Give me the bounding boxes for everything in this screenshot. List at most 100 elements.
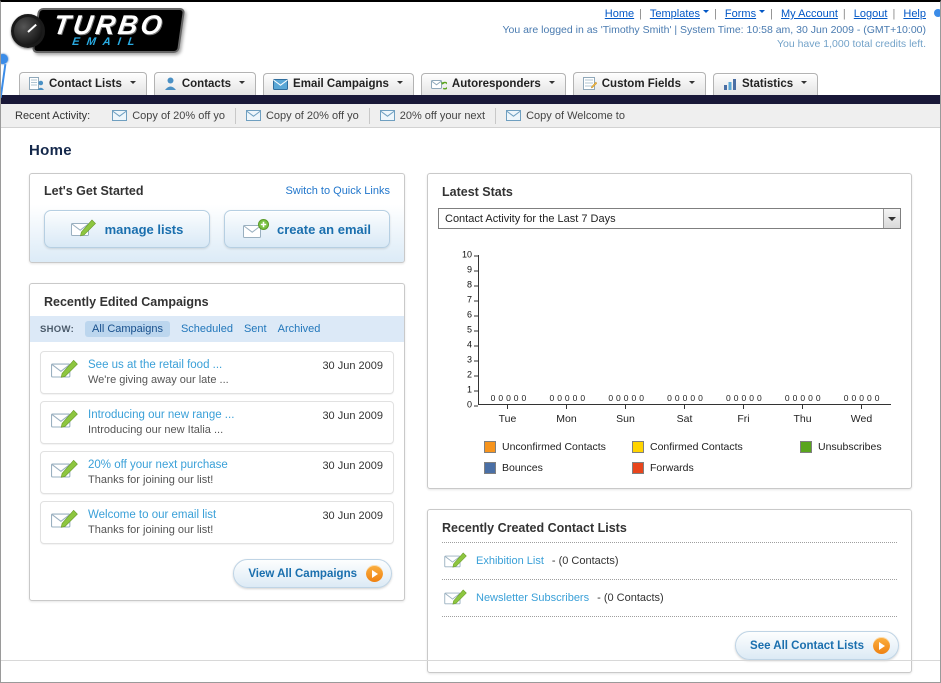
- see-all-contact-lists-label: See All Contact Lists: [750, 639, 864, 652]
- chevron-down-icon: [396, 81, 403, 87]
- campaign-subtitle: We're giving away our late ...: [88, 374, 229, 386]
- recent-activity-item[interactable]: Copy of 20% off yo: [236, 107, 370, 124]
- chart-column: 00000: [773, 255, 832, 404]
- chart-value-labels: 00000: [608, 392, 644, 403]
- filter-archived[interactable]: Archived: [278, 323, 321, 335]
- tab-email-campaigns[interactable]: Email Campaigns: [263, 73, 414, 95]
- contact-activity-chart: 10 9 8 7 6 5 4 3 2 1 0 000000000000000000000000000…: [428, 241, 911, 488]
- tab-custom-fields[interactable]: Custom Fields: [572, 72, 706, 95]
- campaign-list: See us at the retail food ... We're givi…: [30, 342, 404, 553]
- contact-list-link[interactable]: Exhibition List: [476, 555, 544, 567]
- envelope-pencil-icon: [51, 359, 78, 378]
- contact-list-item[interactable]: Newsletter Subscribers - (0 Contacts): [442, 580, 897, 617]
- chevron-down-icon: [548, 81, 555, 87]
- tab-statistics[interactable]: Statistics: [712, 73, 819, 95]
- chart-x-tick-label: Thu: [773, 405, 832, 425]
- manage-lists-label: manage lists: [104, 221, 184, 237]
- legend-item: Bounces: [484, 462, 632, 474]
- top-link-logout[interactable]: Logout: [854, 8, 888, 20]
- tab-contact-lists[interactable]: Contact Lists: [19, 72, 147, 95]
- nav-separator: |: [639, 8, 642, 20]
- top-link-templates[interactable]: Templates: [650, 8, 709, 20]
- envelope-icon: [112, 110, 128, 121]
- filter-sent[interactable]: Sent: [244, 323, 267, 335]
- legend-swatch: [484, 462, 496, 474]
- contact-lists-panel-title: Recently Created Contact Lists: [442, 521, 627, 535]
- recent-activity-item[interactable]: Copy of Welcome to: [496, 108, 635, 124]
- campaign-row[interactable]: See us at the retail food ... We're givi…: [40, 351, 394, 394]
- see-all-contact-lists-button[interactable]: See All Contact Lists: [735, 631, 899, 660]
- chevron-down-icon: [801, 81, 808, 87]
- decorative-dot-right: [934, 9, 940, 17]
- campaign-row[interactable]: Welcome to our email list Thanks for joi…: [40, 501, 394, 544]
- chevron-down-icon: [883, 209, 900, 228]
- campaign-title-link[interactable]: Welcome to our email list: [88, 509, 313, 521]
- create-email-button[interactable]: create an email: [224, 210, 390, 248]
- top-right-area: Home | Templates | Forms | My Account | Logo…: [502, 8, 926, 50]
- campaign-row[interactable]: Introducing our new range ... Introducin…: [40, 401, 394, 444]
- chart-y-tick-label: 6: [456, 310, 478, 320]
- decorative-dot-left: [1, 54, 8, 64]
- top-link-help[interactable]: Help: [903, 8, 926, 20]
- stats-period-select[interactable]: Contact Activity for the Last 7 Days: [438, 208, 901, 229]
- envelope-pencil-icon: [444, 589, 467, 605]
- legend-label: Unsubscribes: [818, 441, 882, 453]
- chart-y-tick-label: 4: [456, 340, 478, 350]
- get-started-panel: Let's Get Started Switch to Quick Links …: [29, 173, 405, 263]
- arrow-right-icon: [366, 565, 383, 582]
- top-header: TURBO EMAIL Home | Templates | Forms | My A…: [1, 2, 940, 98]
- chevron-down-icon: [759, 10, 766, 16]
- contact-list-item[interactable]: Exhibition List - (0 Contacts): [442, 542, 897, 580]
- nav-separator: |: [842, 8, 846, 20]
- chart-x-tick-label: Sat: [655, 405, 714, 425]
- chart-y-tick-label: 3: [456, 355, 478, 365]
- chart-x-tick-label: Sun: [596, 405, 655, 425]
- legend-swatch: [484, 441, 496, 453]
- chevron-down-icon: [129, 80, 136, 87]
- top-link-my-account[interactable]: My Account: [781, 8, 838, 20]
- campaign-row[interactable]: 20% off your next purchase Thanks for jo…: [40, 451, 394, 494]
- top-nav: Home | Templates | Forms | My Account | Logo…: [502, 8, 926, 20]
- view-all-campaigns-button[interactable]: View All Campaigns: [233, 559, 392, 588]
- recent-activity-item[interactable]: Copy of 20% off yo: [102, 107, 236, 124]
- campaigns-panel-title: Recently Edited Campaigns: [44, 295, 209, 309]
- envelope-icon: [506, 110, 522, 121]
- contact-list-count: - (0 Contacts): [597, 592, 664, 604]
- autoresponder-icon: [430, 80, 447, 90]
- tab-contacts[interactable]: Contacts: [153, 72, 257, 95]
- filter-scheduled[interactable]: Scheduled: [181, 323, 233, 335]
- chevron-down-icon: [703, 10, 709, 16]
- top-link-home[interactable]: Home: [605, 8, 634, 20]
- tab-autoresponders[interactable]: Autoresponders: [420, 73, 566, 95]
- campaign-date: 30 Jun 2009: [322, 360, 383, 372]
- top-link-forms[interactable]: Forms: [725, 8, 766, 20]
- turbo-email-logo[interactable]: TURBO EMAIL: [11, 8, 186, 54]
- campaign-title-link[interactable]: 20% off your next purchase: [88, 459, 313, 471]
- logo-title: TURBO: [51, 10, 167, 40]
- statistics-icon: [723, 79, 736, 90]
- app-window: TURBO EMAIL Home | Templates | Forms | My A…: [0, 0, 941, 683]
- divider-bar: [1, 95, 940, 104]
- view-all-campaigns-label: View All Campaigns: [248, 567, 357, 580]
- custom-fields-icon: [582, 77, 597, 90]
- recent-activity-item[interactable]: 20% off your next: [370, 107, 497, 124]
- chart-column: 00000: [714, 255, 773, 404]
- envelope-plus-icon: [243, 219, 270, 238]
- campaign-title-link[interactable]: See us at the retail food ...: [88, 359, 313, 371]
- create-email-label: create an email: [277, 221, 371, 237]
- contacts-icon: [164, 77, 176, 90]
- filter-all-campaigns[interactable]: All Campaigns: [85, 321, 170, 337]
- chart-plot: 00000 00000 00000 00000 00000 00000 00000: [478, 255, 891, 405]
- envelope-pencil-icon: [51, 459, 78, 478]
- legend-label: Bounces: [502, 462, 543, 474]
- chart-y-tick-label: 7: [456, 295, 478, 305]
- manage-lists-button[interactable]: manage lists: [44, 210, 210, 248]
- chart-y-tick-label: 0: [456, 400, 478, 410]
- envelope-icon: [245, 110, 261, 121]
- legend-item: Confirmed Contacts: [632, 441, 800, 453]
- contact-list-link[interactable]: Newsletter Subscribers: [476, 592, 589, 604]
- recent-activity-item-label: 20% off your next: [399, 109, 486, 122]
- switch-to-quick-links-link[interactable]: Switch to Quick Links: [285, 185, 390, 197]
- legend-item: Unconfirmed Contacts: [484, 441, 632, 453]
- campaign-title-link[interactable]: Introducing our new range ...: [88, 409, 313, 421]
